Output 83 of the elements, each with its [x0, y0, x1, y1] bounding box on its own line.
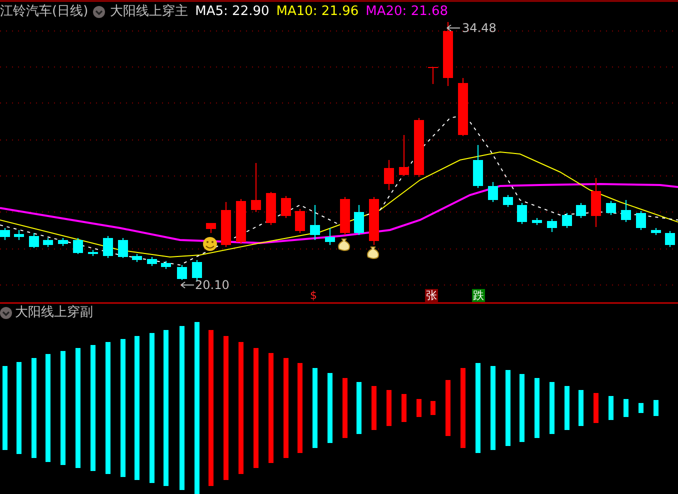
moving-average-value: MA10: 21.96	[276, 4, 359, 20]
smiley-icon	[203, 237, 217, 251]
candlestick	[636, 210, 646, 230]
candlestick	[399, 134, 409, 176]
histogram-bar	[564, 386, 570, 430]
rise-signal: 张	[425, 289, 438, 302]
candlestick	[562, 212, 572, 228]
candlestick	[473, 144, 483, 188]
histogram-bar	[342, 378, 348, 438]
candlestick	[488, 182, 498, 202]
candlestick	[414, 118, 424, 178]
moving-average-value: MA20: 21.68	[366, 4, 448, 20]
histogram-bar	[356, 382, 362, 434]
histogram-bar	[416, 399, 422, 417]
candlestick	[517, 202, 527, 224]
candlestick	[236, 198, 246, 244]
candlestick	[325, 228, 335, 246]
candlestick	[606, 200, 616, 216]
candlestick	[340, 196, 350, 236]
candlestick	[591, 178, 601, 228]
candlestick	[14, 230, 24, 240]
histogram-bar	[550, 382, 554, 434]
candlestick	[281, 196, 291, 218]
candlestick	[132, 254, 142, 262]
candlestick	[206, 222, 216, 234]
histogram-bar	[430, 401, 436, 415]
candlestick	[266, 192, 276, 226]
histogram-bar	[578, 390, 584, 426]
fall-signal: 跌	[472, 289, 485, 302]
candlestick	[29, 232, 39, 248]
candlestick	[665, 230, 675, 248]
histogram-bar	[446, 380, 450, 436]
histogram-bar	[386, 390, 392, 426]
candlestick	[547, 218, 557, 232]
candlestick	[88, 250, 98, 256]
candlestick	[384, 160, 394, 190]
histogram-bar	[520, 374, 524, 442]
candlestick	[310, 204, 320, 240]
candlestick	[221, 202, 231, 248]
candlestick	[43, 238, 53, 248]
candlestick	[0, 228, 10, 240]
dropdown-icon[interactable]	[93, 6, 106, 18]
histogram-bar	[594, 393, 598, 423]
candlestick	[177, 264, 187, 280]
candlestick	[295, 208, 305, 234]
money-bag-icon	[338, 238, 350, 251]
indicator-name: 大阳线上穿主	[110, 4, 188, 20]
candlestick	[621, 200, 631, 222]
candlestick	[354, 204, 364, 236]
histogram-bar	[534, 378, 540, 438]
candlestick	[118, 238, 128, 258]
histogram-bar	[624, 399, 628, 417]
money-bag-icon	[367, 246, 379, 259]
candlestick	[503, 194, 513, 208]
candlestick	[369, 196, 379, 246]
histogram-bar	[372, 386, 376, 430]
price-label: 34.48	[462, 20, 496, 37]
dropdown-icon[interactable]	[0, 307, 12, 319]
candlestick	[251, 162, 261, 212]
candlestick	[58, 238, 68, 246]
histogram-bar	[638, 403, 644, 413]
price-label: 20.10	[195, 277, 230, 294]
candlestick	[147, 256, 157, 266]
candlestick	[443, 22, 453, 86]
candlestick	[576, 202, 586, 218]
candlestick	[532, 218, 542, 226]
histogram-bar	[654, 400, 658, 416]
stock-title: 江铃汽车(日线)	[0, 4, 88, 20]
candlestick	[651, 228, 661, 236]
candlestick	[458, 78, 468, 136]
dollar-sign-marker: $	[309, 289, 318, 302]
candlestick	[428, 66, 438, 84]
histogram-bar	[402, 394, 406, 422]
histogram-bar	[608, 396, 614, 420]
arrow-icon	[180, 281, 194, 289]
candlestick	[73, 238, 83, 254]
moving-average-value: MA5: 22.90	[195, 4, 270, 20]
candlestick	[161, 260, 171, 270]
histogram-bar	[328, 373, 332, 443]
candlestick	[103, 236, 113, 258]
arrow-icon	[446, 24, 460, 32]
indicator-name: 大阳线上穿副	[15, 305, 93, 321]
candlestick	[192, 260, 202, 282]
